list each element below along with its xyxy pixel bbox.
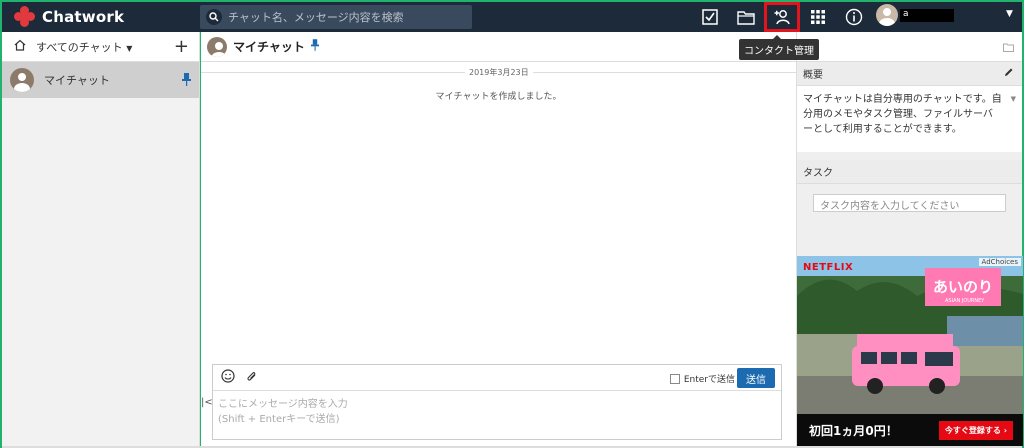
chat-sidebar: すべてのチャット ▼ + マイチャット xyxy=(2,32,200,446)
search-icon xyxy=(206,9,222,25)
message-input[interactable]: ここにメッセージ内容を入力 (Shift + Enterキーで送信) xyxy=(213,391,781,433)
ad-banner[interactable]: AdChoices NETFLIX あいのり ASIAN JOURNEY 初回1… xyxy=(797,256,1023,446)
home-icon[interactable] xyxy=(14,39,26,54)
date-separator: 2019年3月23日 xyxy=(465,67,533,78)
chat-header: マイチャット xyxy=(201,32,796,62)
enter-to-send-checkbox[interactable] xyxy=(669,373,680,384)
avatar xyxy=(207,36,227,57)
search-placeholder: チャット名、メッセージ内容を検索 xyxy=(228,11,404,24)
chatwork-logo[interactable]: Chatwork xyxy=(2,4,198,29)
pin-icon[interactable] xyxy=(182,73,191,89)
overview-text: マイチャットは自分専用のチャットです。自分用のメモやタスク管理、ファイルサーバー… xyxy=(803,94,1002,135)
chat-filter-bar: すべてのチャット ▼ + xyxy=(2,32,199,62)
folder-icon[interactable] xyxy=(1003,42,1014,55)
message-placeholder-hint: (Shift + Enterキーで送信) xyxy=(218,414,340,425)
pin-icon[interactable] xyxy=(310,39,319,54)
user-avatar[interactable] xyxy=(876,4,898,26)
overview-title: 概要 xyxy=(803,70,823,81)
ad-show-title: あいのり xyxy=(933,278,994,296)
ad-headline: 初回1ヵ月0円！ xyxy=(809,423,898,438)
ad-footer: 初回1ヵ月0円！ 今すぐ登録する › xyxy=(797,414,1023,446)
expand-caret-icon[interactable]: ▼ xyxy=(1011,92,1016,107)
task-check-icon[interactable] xyxy=(692,2,728,32)
chevron-down-icon: ▼ xyxy=(126,43,133,53)
chatwork-logo-icon xyxy=(12,4,37,29)
task-input[interactable]: タスク内容を入力してください xyxy=(813,194,1006,212)
info-panel-top xyxy=(797,32,1022,62)
task-title: タスク xyxy=(803,168,833,179)
chat-filter-dropdown[interactable]: すべてのチャット ▼ xyxy=(36,39,132,55)
add-chat-icon[interactable]: + xyxy=(174,36,189,57)
overview-header: 概要 xyxy=(797,62,1022,86)
top-header: Chatwork チャット名、メッセージ内容を検索 xyxy=(2,2,1022,32)
username[interactable]: a xyxy=(903,9,909,19)
attach-file-icon[interactable] xyxy=(245,370,258,386)
search-input[interactable]: チャット名、メッセージ内容を検索 xyxy=(200,5,472,29)
brand-name: Chatwork xyxy=(42,8,125,26)
page-title: マイチャット xyxy=(233,40,305,54)
overview-description: マイチャットは自分専用のチャットです。自分用のメモやタスク管理、ファイルサーバー… xyxy=(797,86,1022,152)
adchoices-label[interactable]: AdChoices xyxy=(978,258,1021,266)
collapse-sidebar-icon[interactable]: |< xyxy=(201,397,213,408)
send-button[interactable]: 送信 xyxy=(737,368,775,388)
sidebar-item-mychat[interactable]: マイチャット xyxy=(2,62,199,98)
emoji-icon[interactable] xyxy=(221,369,235,386)
netflix-logo: NETFLIX xyxy=(803,262,854,273)
composer-toolbar: Enterで送信 送信 xyxy=(213,365,781,391)
message-composer: Enterで送信 送信 ここにメッセージ内容を入力 (Shift + Enter… xyxy=(212,364,782,440)
apps-grid-icon[interactable] xyxy=(800,2,836,32)
edit-pencil-icon[interactable] xyxy=(1004,67,1014,80)
overview-fade xyxy=(797,130,1022,152)
chat-filter-label: すべてのチャット xyxy=(36,40,123,54)
folder-icon[interactable] xyxy=(728,2,764,32)
avatar xyxy=(10,68,34,92)
message-placeholder: ここにメッセージ内容を入力 xyxy=(218,399,348,410)
system-message: マイチャットを作成しました。 xyxy=(435,92,562,102)
sidebar-item-label: マイチャット xyxy=(44,74,110,87)
tooltip-contact-management: コンタクト管理 xyxy=(739,35,819,60)
account-menu-caret-icon[interactable]: ▼ xyxy=(1006,9,1013,19)
add-contact-icon[interactable] xyxy=(764,2,800,32)
info-icon[interactable] xyxy=(836,2,872,32)
ad-show-subtitle: ASIAN JOURNEY xyxy=(945,298,985,304)
chat-info-panel: 概要 マイチャットは自分専用のチャットです。自分用のメモやタスク管理、ファイルサ… xyxy=(796,32,1023,446)
enter-to-send-toggle[interactable]: Enterで送信 xyxy=(669,372,735,385)
task-header: タスク xyxy=(797,160,1022,184)
chat-main: マイチャット 2019年3月23日 マイチャットを作成しました。 |< Ente… xyxy=(201,32,796,446)
enter-to-send-label: Enterで送信 xyxy=(683,375,735,385)
ad-cta-button[interactable]: 今すぐ登録する › xyxy=(938,420,1013,440)
header-toolbar xyxy=(692,2,872,32)
